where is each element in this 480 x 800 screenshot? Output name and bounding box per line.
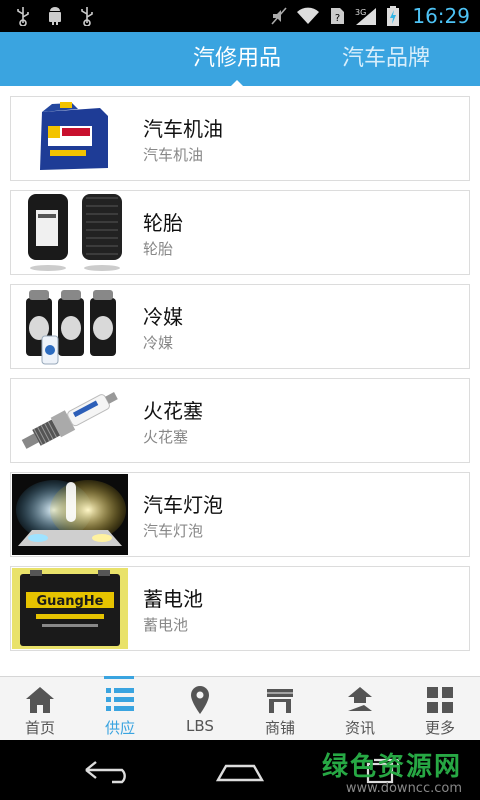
nav-more[interactable]: 更多 [400, 677, 480, 740]
svg-text:GuangHe: GuangHe [37, 594, 104, 609]
spark-plug-image [12, 380, 128, 461]
android-debug-icon [46, 6, 64, 26]
sim-icon: ? [328, 6, 346, 26]
wifi-icon [296, 6, 320, 26]
item-subtitle: 汽车灯泡 [143, 522, 204, 540]
nav-label: 供应 [104, 719, 135, 737]
item-subtitle: 蓄电池 [143, 616, 189, 634]
shop-icon [264, 685, 296, 715]
item-title: 轮胎 [143, 211, 183, 235]
product-list: 汽车机油 汽车机油 轮胎 轮胎 冷媒 冷媒 火花塞 火花塞 汽车灯泡 汽车灯泡 … [0, 86, 480, 676]
list-icon [104, 685, 136, 715]
nav-label: LBS [186, 717, 214, 735]
nav-lbs[interactable]: LBS [160, 677, 240, 740]
system-nav-bar: 绿色资源网 www.downcc.com [0, 740, 480, 800]
item-subtitle: 轮胎 [143, 240, 174, 258]
mute-icon [270, 6, 288, 26]
list-item[interactable]: 轮胎 轮胎 [10, 190, 470, 275]
grid-icon [424, 685, 456, 715]
item-subtitle: 火花塞 [143, 428, 189, 446]
tires-image [12, 192, 128, 273]
list-item[interactable]: 火花塞 火花塞 [10, 378, 470, 463]
bottom-nav-bar: 首页 供应 LBS 商铺 资讯 更多 [0, 676, 480, 740]
car-bulb-image [12, 474, 128, 555]
news-icon [344, 685, 376, 715]
nav-supply[interactable]: 供应 [80, 677, 160, 740]
signal-3g-icon: 3G [354, 6, 378, 26]
home-key-icon[interactable] [214, 758, 266, 784]
list-item[interactable]: 冷媒 冷媒 [10, 284, 470, 369]
item-subtitle: 汽车机油 [143, 146, 204, 164]
usb-icon [78, 6, 96, 27]
watermark: 绿色资源网 www.downcc.com [322, 746, 462, 796]
home-icon [24, 685, 56, 715]
location-pin-icon [184, 685, 216, 715]
active-nav-indicator [104, 676, 134, 679]
list-item[interactable]: GuangHe 蓄电池 蓄电池 [10, 566, 470, 651]
battery-charging-icon [386, 6, 400, 26]
status-bar: ? 3G 16:29 [0, 0, 480, 32]
status-time: 16:29 [412, 4, 470, 28]
top-tab-bar: 汽修用品 汽车品牌 [0, 32, 480, 87]
nav-label: 资讯 [344, 719, 375, 737]
item-title: 火花塞 [143, 399, 203, 423]
nav-label: 首页 [24, 719, 55, 737]
list-item[interactable]: 汽车灯泡 汽车灯泡 [10, 472, 470, 557]
item-title: 冷媒 [143, 305, 183, 329]
item-subtitle: 冷媒 [143, 334, 174, 352]
nav-news[interactable]: 资讯 [320, 677, 400, 740]
item-title: 汽车灯泡 [143, 493, 223, 517]
list-item[interactable]: 汽车机油 汽车机油 [10, 96, 470, 181]
battery-image: GuangHe [12, 568, 128, 649]
nav-home[interactable]: 首页 [0, 677, 80, 740]
back-icon[interactable] [82, 758, 132, 784]
svg-text:?: ? [335, 13, 340, 24]
refrigerant-image [12, 286, 128, 367]
nav-shop[interactable]: 商铺 [240, 677, 320, 740]
watermark-url: www.downcc.com [345, 781, 462, 796]
watermark-title: 绿色资源网 [321, 752, 462, 782]
engine-oil-image [12, 98, 128, 179]
tab-car-brands[interactable]: 汽车品牌 [342, 32, 430, 86]
nav-label: 商铺 [264, 719, 295, 737]
svg-text:3G: 3G [355, 8, 366, 17]
usb-icon [14, 6, 32, 27]
item-title: 蓄电池 [143, 587, 203, 611]
nav-label: 更多 [424, 719, 455, 737]
tab-auto-parts[interactable]: 汽修用品 [193, 32, 281, 86]
item-title: 汽车机油 [143, 117, 223, 141]
